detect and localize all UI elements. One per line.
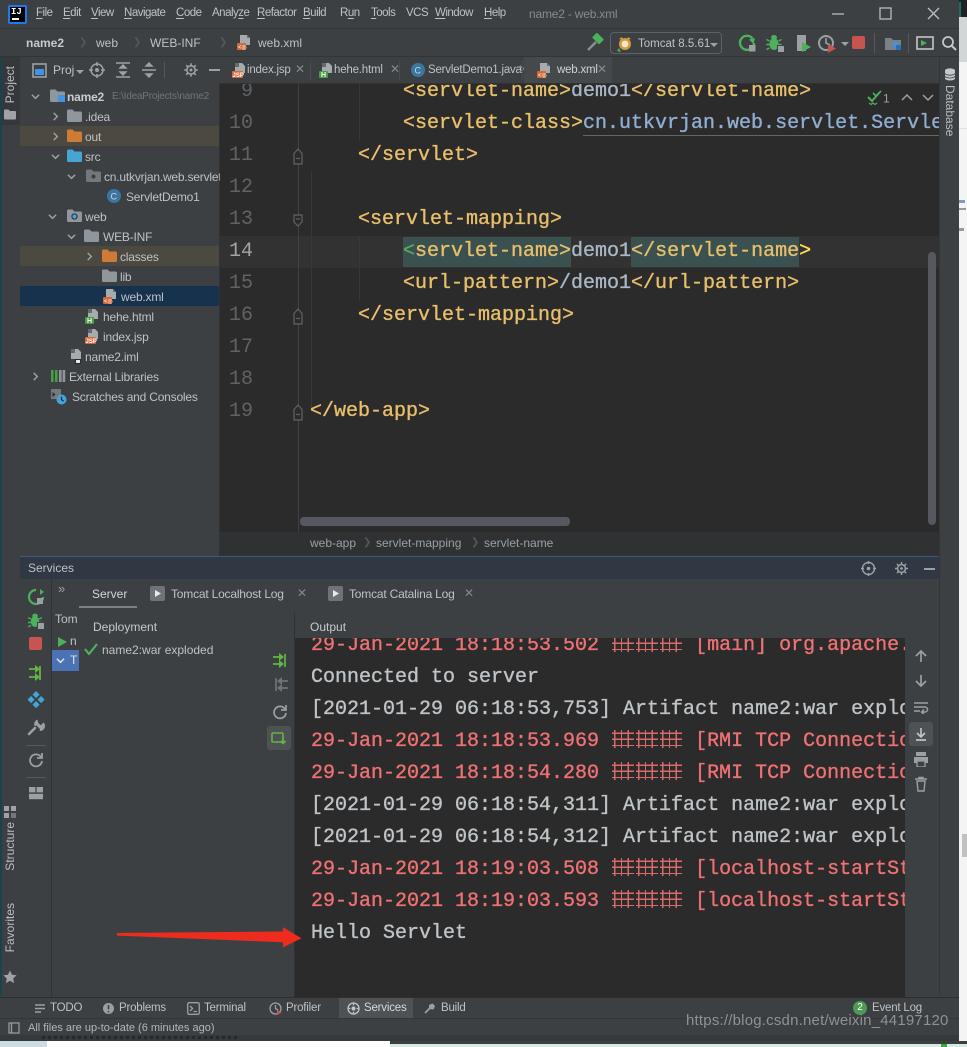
svg-text:<◎: <◎: [104, 299, 113, 305]
svg-text:C: C: [111, 192, 118, 202]
svg-text:JSP: JSP: [86, 339, 97, 345]
svg-text:C: C: [415, 66, 422, 76]
svg-text:<◎: <◎: [538, 73, 547, 79]
svg-text:JSP: JSP: [233, 73, 244, 79]
svg-text:1: 1: [883, 92, 890, 106]
svg-text:H: H: [87, 318, 92, 325]
svg-text:<◎: <◎: [238, 45, 247, 51]
svg-text:H: H: [321, 72, 326, 79]
